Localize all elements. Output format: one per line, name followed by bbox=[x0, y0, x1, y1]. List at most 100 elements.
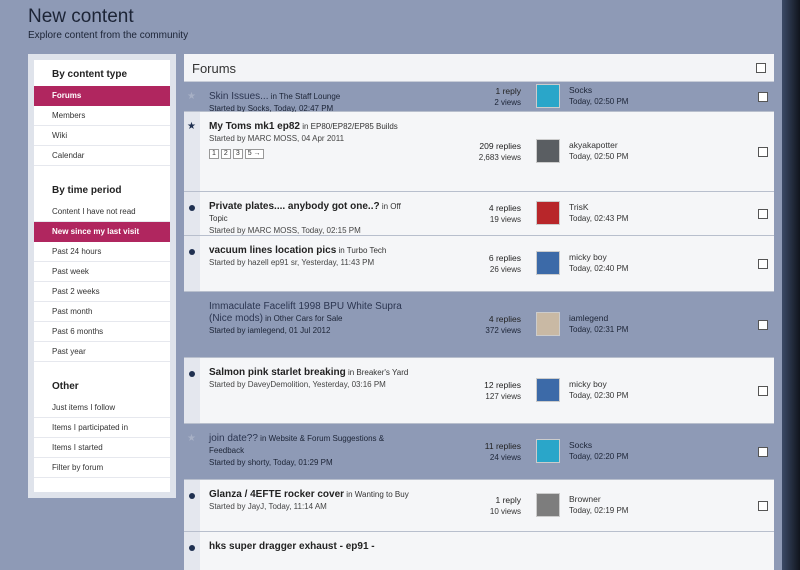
sidebar-item-items-i-participated-in[interactable]: Items I participated in bbox=[34, 418, 170, 438]
page-link[interactable]: 3 bbox=[232, 149, 243, 159]
sidebar-heading: By time period bbox=[52, 185, 122, 196]
topic-pagination: 1235 → bbox=[209, 147, 409, 159]
topic-info: Salmon pink starlet breaking in Breaker'… bbox=[209, 367, 409, 391]
topic-stats: 1 reply 10 views bbox=[434, 494, 521, 518]
topic-title-link[interactable]: hks super dragger exhaust - ep91 - bbox=[209, 541, 375, 552]
last-post-time[interactable]: Today, 02:40 PM bbox=[569, 263, 628, 275]
sidebar-item-new-since-my-last-visit[interactable]: New since my last visit bbox=[34, 222, 170, 242]
row-select-checkbox[interactable] bbox=[758, 320, 768, 330]
last-poster-link[interactable]: Browner bbox=[569, 493, 628, 505]
topic-row: vacuum lines location pics in Turbo Tech… bbox=[184, 236, 774, 292]
last-post-info: micky boy Today, 02:40 PM bbox=[569, 251, 628, 275]
unread-dot-icon bbox=[189, 249, 195, 255]
topic-title-link[interactable]: Glanza / 4EFTE rocker cover bbox=[209, 489, 344, 500]
sidebar-item-calendar[interactable]: Calendar bbox=[34, 146, 170, 166]
topic-forum-link[interactable]: Turbo Tech bbox=[347, 246, 387, 255]
last-post-time[interactable]: Today, 02:19 PM bbox=[569, 505, 628, 517]
sidebar-item-past-week[interactable]: Past week bbox=[34, 262, 170, 282]
sidebar-item-members[interactable]: Members bbox=[34, 106, 170, 126]
last-post-time[interactable]: Today, 02:50 PM bbox=[569, 151, 628, 163]
unread-dot-icon bbox=[189, 371, 195, 377]
topic-forum-link[interactable]: Breaker's Yard bbox=[356, 368, 408, 377]
select-all-checkbox[interactable] bbox=[756, 63, 766, 73]
sidebar-item-items-i-started[interactable]: Items I started bbox=[34, 438, 170, 458]
topic-in-label: in bbox=[379, 202, 391, 211]
topic-forum-link[interactable]: EP80/EP82/EP85 Builds bbox=[311, 122, 398, 131]
sidebar-item-filter-by-forum[interactable]: Filter by forum bbox=[34, 458, 170, 478]
topic-forum-link[interactable]: Other Cars for Sale bbox=[274, 314, 343, 323]
last-poster-link[interactable]: akyakapotter bbox=[569, 139, 628, 151]
page-link[interactable]: 1 bbox=[209, 149, 219, 159]
topic-marker-column bbox=[184, 192, 200, 235]
sidebar-item-past-month[interactable]: Past month bbox=[34, 302, 170, 322]
topic-stats: 209 replies 2,683 views bbox=[434, 140, 521, 164]
last-post-time[interactable]: Today, 02:20 PM bbox=[569, 451, 628, 463]
last-poster-link[interactable]: iamlegend bbox=[569, 312, 628, 324]
last-poster-link[interactable]: Socks bbox=[569, 84, 628, 96]
reply-count: 1 reply bbox=[495, 495, 521, 505]
last-post-time[interactable]: Today, 02:43 PM bbox=[569, 213, 628, 225]
topic-forum-link[interactable]: Wanting to Buy bbox=[355, 490, 409, 499]
reply-count: 11 replies bbox=[484, 441, 521, 451]
topic-row: Immaculate Facelift 1998 BPU White Supra… bbox=[184, 292, 774, 358]
reply-count: 1 reply bbox=[495, 86, 521, 96]
last-poster-link[interactable]: TrisK bbox=[569, 201, 628, 213]
view-count: 2,683 views bbox=[478, 153, 521, 162]
avatar[interactable] bbox=[536, 139, 560, 163]
sidebar-item-forums[interactable]: Forums bbox=[34, 86, 170, 106]
avatar[interactable] bbox=[536, 493, 560, 517]
topic-started-by: Started by MARC MOSS, 04 Apr 2011 bbox=[209, 134, 345, 143]
topic-title-link[interactable]: Skin Issues... bbox=[209, 91, 268, 102]
topic-info: vacuum lines location pics in Turbo Tech… bbox=[209, 245, 409, 269]
avatar[interactable] bbox=[536, 84, 560, 108]
last-poster-link[interactable]: Socks bbox=[569, 439, 628, 451]
avatar[interactable] bbox=[536, 312, 560, 336]
page-link[interactable]: 2 bbox=[220, 149, 231, 159]
row-select-checkbox[interactable] bbox=[758, 501, 768, 511]
last-post-time[interactable]: Today, 02:30 PM bbox=[569, 390, 628, 402]
sidebar-item-past-2-weeks[interactable]: Past 2 weeks bbox=[34, 282, 170, 302]
topic-in-label: in bbox=[257, 434, 269, 443]
topic-title-link[interactable]: Private plates.... anybody got one..? bbox=[209, 201, 380, 212]
topic-title-line: Glanza / 4EFTE rocker cover in Wanting t… bbox=[209, 489, 409, 501]
row-select-checkbox[interactable] bbox=[758, 386, 768, 396]
topic-marker-column: ★ bbox=[184, 424, 200, 479]
sidebar-item-past-6-months[interactable]: Past 6 months bbox=[34, 322, 170, 342]
sidebar-item-wiki[interactable]: Wiki bbox=[34, 126, 170, 146]
star-icon[interactable]: ★ bbox=[187, 433, 196, 444]
topic-forum-link[interactable]: The Staff Lounge bbox=[279, 92, 340, 101]
topic-title-link[interactable]: vacuum lines location pics bbox=[209, 245, 336, 256]
sidebar: By content type Forums Members Wiki Calendar… bbox=[28, 54, 176, 498]
row-select-checkbox[interactable] bbox=[758, 259, 768, 269]
topic-stats: 12 replies 127 views bbox=[434, 379, 521, 403]
star-icon[interactable]: ★ bbox=[187, 121, 196, 132]
page-link[interactable]: 5 → bbox=[244, 149, 264, 159]
topic-row: hks super dragger exhaust - ep91 - bbox=[184, 532, 774, 570]
row-select-checkbox[interactable] bbox=[758, 447, 768, 457]
avatar[interactable] bbox=[536, 439, 560, 463]
topic-title-link[interactable]: My Toms mk1 ep82 bbox=[209, 121, 300, 132]
row-select-checkbox[interactable] bbox=[758, 92, 768, 102]
avatar[interactable] bbox=[536, 251, 560, 275]
page-title: New content bbox=[28, 6, 134, 27]
last-poster-link[interactable]: micky boy bbox=[569, 251, 628, 263]
sidebar-item-past-year[interactable]: Past year bbox=[34, 342, 170, 362]
star-icon[interactable]: ★ bbox=[187, 91, 196, 102]
last-post-time[interactable]: Today, 02:31 PM bbox=[569, 324, 628, 336]
row-select-checkbox[interactable] bbox=[758, 147, 768, 157]
topic-title-link[interactable]: join date?? bbox=[209, 433, 258, 444]
sidebar-item-just-items-i-follow[interactable]: Just items I follow bbox=[34, 398, 170, 418]
row-select-checkbox[interactable] bbox=[758, 209, 768, 219]
sidebar-menu: By content type Forums Members Wiki Calendar… bbox=[34, 60, 170, 492]
avatar[interactable] bbox=[536, 201, 560, 225]
sidebar-item-content-i-have-not-read[interactable]: Content I have not read bbox=[34, 202, 170, 222]
last-poster-link[interactable]: micky boy bbox=[569, 378, 628, 390]
topic-marker-column bbox=[184, 480, 200, 531]
last-post-time[interactable]: Today, 02:50 PM bbox=[569, 96, 628, 108]
topic-in-label: in bbox=[344, 490, 355, 499]
topic-title-link[interactable]: Salmon pink starlet breaking bbox=[209, 367, 346, 378]
last-post-info: Socks Today, 02:20 PM bbox=[569, 439, 628, 463]
avatar[interactable] bbox=[536, 378, 560, 402]
sidebar-item-past-24-hours[interactable]: Past 24 hours bbox=[34, 242, 170, 262]
